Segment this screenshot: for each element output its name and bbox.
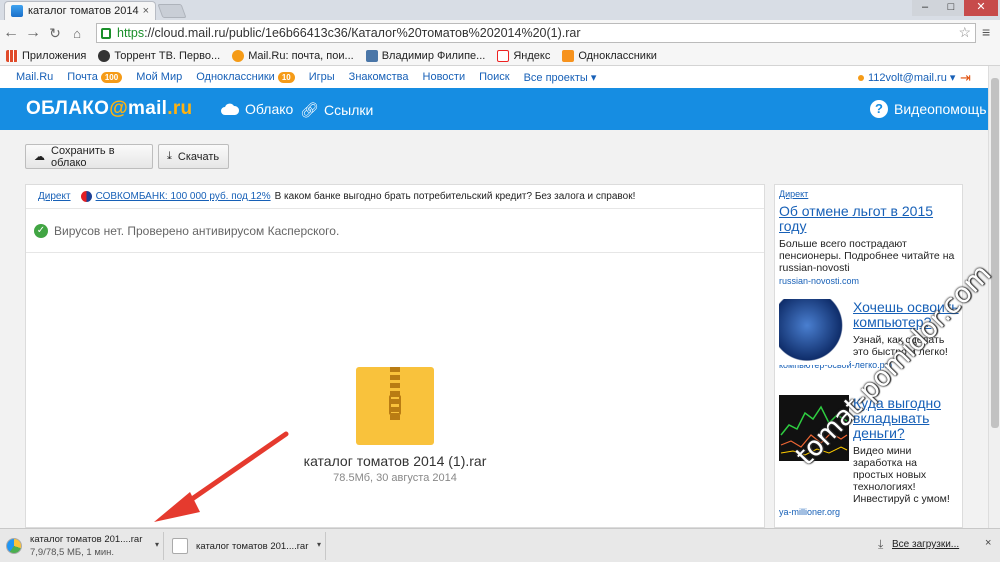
page-content: ☁ Сохранить в облако ⤓ Скачать Директ СО… bbox=[0, 130, 988, 528]
cloud-upload-icon: ☁ bbox=[34, 151, 45, 163]
url-scheme: https bbox=[117, 26, 145, 40]
window-close-button[interactable]: ✕ bbox=[964, 0, 998, 16]
bookmark-star-icon[interactable]: ☆ bbox=[958, 24, 971, 41]
download-icon: ⤓ bbox=[167, 150, 172, 162]
mail-count-badge: 100 bbox=[100, 71, 123, 83]
status-dot-icon bbox=[858, 74, 864, 81]
bookmark-mailru[interactable]: Mail.Ru: почта, пои... bbox=[232, 49, 354, 62]
torrent-tv-icon bbox=[98, 49, 111, 62]
window-maximize-button[interactable]: □ bbox=[938, 0, 964, 16]
ad1-source[interactable]: russian-novosti.com bbox=[779, 276, 958, 286]
ad1-text: Больше всего пострадают пенсионеры. Подр… bbox=[779, 238, 955, 274]
check-icon: ✓ bbox=[34, 223, 48, 238]
archive-file-icon[interactable] bbox=[356, 367, 434, 445]
archive-file-small-icon bbox=[172, 538, 188, 554]
ad1-title[interactable]: Об отмене льгот в 2015 году bbox=[779, 204, 958, 234]
side-direct-label[interactable]: Директ bbox=[779, 189, 958, 199]
portal-link-odnoklassniki[interactable]: Одноклассники 10 bbox=[196, 71, 295, 83]
browser-titlebar: каталог томатов 2014 (1). × – □ ✕ bbox=[0, 0, 1000, 20]
mailru-portal-bar: Mail.Ru Почта 100 Мой Мир Одноклассники 10… bbox=[0, 66, 988, 88]
page-scrollbar[interactable] bbox=[988, 66, 1000, 528]
scrollbar-thumb[interactable] bbox=[991, 78, 999, 428]
video-help-button[interactable]: ? Видеопомощь bbox=[870, 100, 987, 118]
text-ad-line: Директ СОВКОМБАНК: 100 000 руб. под 12% … bbox=[26, 185, 764, 209]
portal-link-all-projects[interactable]: Все проекты ▾ bbox=[524, 71, 597, 84]
all-downloads-link[interactable]: Все загрузки... bbox=[892, 539, 959, 550]
cloud-favicon-icon bbox=[11, 5, 23, 17]
side-ad-column: Директ Об отмене льгот в 2015 году Больш… bbox=[774, 184, 963, 528]
new-tab-button[interactable] bbox=[157, 4, 187, 18]
browser-tab[interactable]: каталог томатов 2014 (1). × bbox=[4, 1, 156, 20]
address-bar[interactable]: https ://cloud.mail.ru/public/1e6b66413c… bbox=[96, 23, 976, 43]
red-arrow-annotation bbox=[154, 431, 289, 522]
link-chain-icon: 🔗︎ bbox=[300, 102, 320, 119]
virus-check-status: ✓ Вирусов нет. Проверено антивирусом Кас… bbox=[26, 209, 764, 253]
ad-text: В каком банке выгодно брать потребительс… bbox=[274, 191, 636, 202]
help-icon: ? bbox=[870, 100, 888, 118]
apps-grid-icon bbox=[6, 49, 18, 62]
back-arrow-icon[interactable]: ← bbox=[0, 24, 22, 42]
portal-link-news[interactable]: Новости bbox=[423, 71, 466, 83]
bookmark-yandex[interactable]: Яндекс bbox=[497, 49, 550, 62]
portal-link-my-world[interactable]: Мой Мир bbox=[136, 71, 182, 83]
download-all-icon: ⤓ bbox=[878, 537, 884, 551]
sovcombank-logo-icon bbox=[80, 191, 92, 202]
download-1-status: 7,9/78,5 МБ, 1 мин. bbox=[30, 547, 115, 558]
url-path: ://cloud.mail.ru/public/1e6b66413c36/Кат… bbox=[144, 26, 581, 40]
bookmark-vk[interactable]: Владимир Филипе... bbox=[365, 49, 485, 62]
logout-icon[interactable]: ⇥ bbox=[960, 70, 971, 86]
lock-icon bbox=[101, 27, 111, 39]
file-panel: Директ СОВКОМБАНК: 100 000 руб. под 12% … bbox=[25, 184, 765, 528]
portal-link-mail[interactable]: Почта 100 bbox=[67, 71, 123, 83]
save-to-cloud-button[interactable]: ☁ Сохранить в облако bbox=[25, 144, 153, 169]
forward-arrow-icon[interactable]: → bbox=[22, 24, 44, 42]
bookmark-odnoklassniki[interactable]: Одноклассники bbox=[562, 49, 657, 62]
download-2-menu-icon[interactable]: ▾ bbox=[317, 540, 321, 549]
portal-link-games[interactable]: Игры bbox=[309, 71, 335, 83]
nav-links[interactable]: 🔗︎ Ссылки bbox=[300, 101, 373, 119]
cloud-icon bbox=[221, 103, 240, 115]
download-item-1[interactable]: каталог томатов 201....rar 7,9/78,5 МБ, … bbox=[0, 532, 164, 560]
portal-link-mailru[interactable]: Mail.Ru bbox=[16, 71, 53, 83]
ad3-text: Видео мини заработка на простых новых те… bbox=[853, 445, 950, 505]
vk-icon bbox=[365, 49, 378, 62]
reload-icon[interactable]: ↻ bbox=[44, 25, 66, 42]
bookmarks-bar: Приложения Торрент ТВ. Перво... Mail.Ru:… bbox=[0, 46, 1000, 66]
window-minimize-button[interactable]: – bbox=[912, 0, 938, 16]
graduation-cap-image bbox=[779, 299, 849, 365]
file-meta: 78.5Мб, 30 августа 2014 bbox=[333, 472, 457, 484]
odnoklassniki-icon bbox=[562, 49, 575, 62]
yandex-icon bbox=[497, 49, 510, 62]
ad3-source[interactable]: ya-millioner.org bbox=[779, 507, 960, 517]
browser-menu-icon[interactable]: ≡ bbox=[982, 24, 990, 40]
bookmark-torrent-tv[interactable]: Торрент ТВ. Перво... bbox=[98, 49, 220, 62]
download-item-2[interactable]: каталог томатов 201....rar ▾ bbox=[166, 532, 326, 560]
bookmark-apps[interactable]: Приложения bbox=[6, 49, 86, 62]
tab-close-icon[interactable]: × bbox=[143, 5, 149, 17]
file-name: каталог томатов 2014 (1).rar bbox=[303, 453, 487, 469]
nav-cloud[interactable]: Облако bbox=[220, 101, 293, 117]
download-1-menu-icon[interactable]: ▾ bbox=[155, 540, 159, 549]
download-1-name: каталог томатов 201....rar bbox=[30, 534, 143, 545]
mailru-at-icon bbox=[232, 49, 245, 62]
portal-link-dating[interactable]: Знакомства bbox=[349, 71, 409, 83]
direct-label[interactable]: Директ bbox=[38, 191, 71, 202]
home-icon[interactable]: ⌂ bbox=[66, 26, 88, 41]
portal-link-search[interactable]: Поиск bbox=[479, 71, 509, 83]
download-shelf: каталог томатов 201....rar 7,9/78,5 МБ, … bbox=[0, 528, 1000, 562]
ok-count-badge: 10 bbox=[277, 71, 295, 83]
cloud-logo[interactable]: ОБЛАКО@mail.ru bbox=[26, 98, 192, 120]
ad-sovcombank-link[interactable]: СОВКОМБАНК: 100 000 руб. под 12% bbox=[96, 191, 271, 202]
browser-toolbar: ← → ↻ ⌂ https ://cloud.mail.ru/public/1e… bbox=[0, 20, 1000, 46]
download-button[interactable]: ⤓ Скачать bbox=[158, 144, 229, 169]
tab-title: каталог томатов 2014 (1). bbox=[28, 5, 140, 17]
close-shelf-icon[interactable]: × bbox=[985, 537, 991, 549]
user-account-menu[interactable]: 112volt@mail.ru ▾ bbox=[858, 71, 955, 84]
download-2-name: каталог томатов 201....rar bbox=[196, 540, 309, 552]
cloud-header: ОБЛАКО@mail.ru Облако 🔗︎ Ссылки ? Видеоп… bbox=[0, 88, 988, 130]
archive-download-icon bbox=[6, 538, 22, 554]
